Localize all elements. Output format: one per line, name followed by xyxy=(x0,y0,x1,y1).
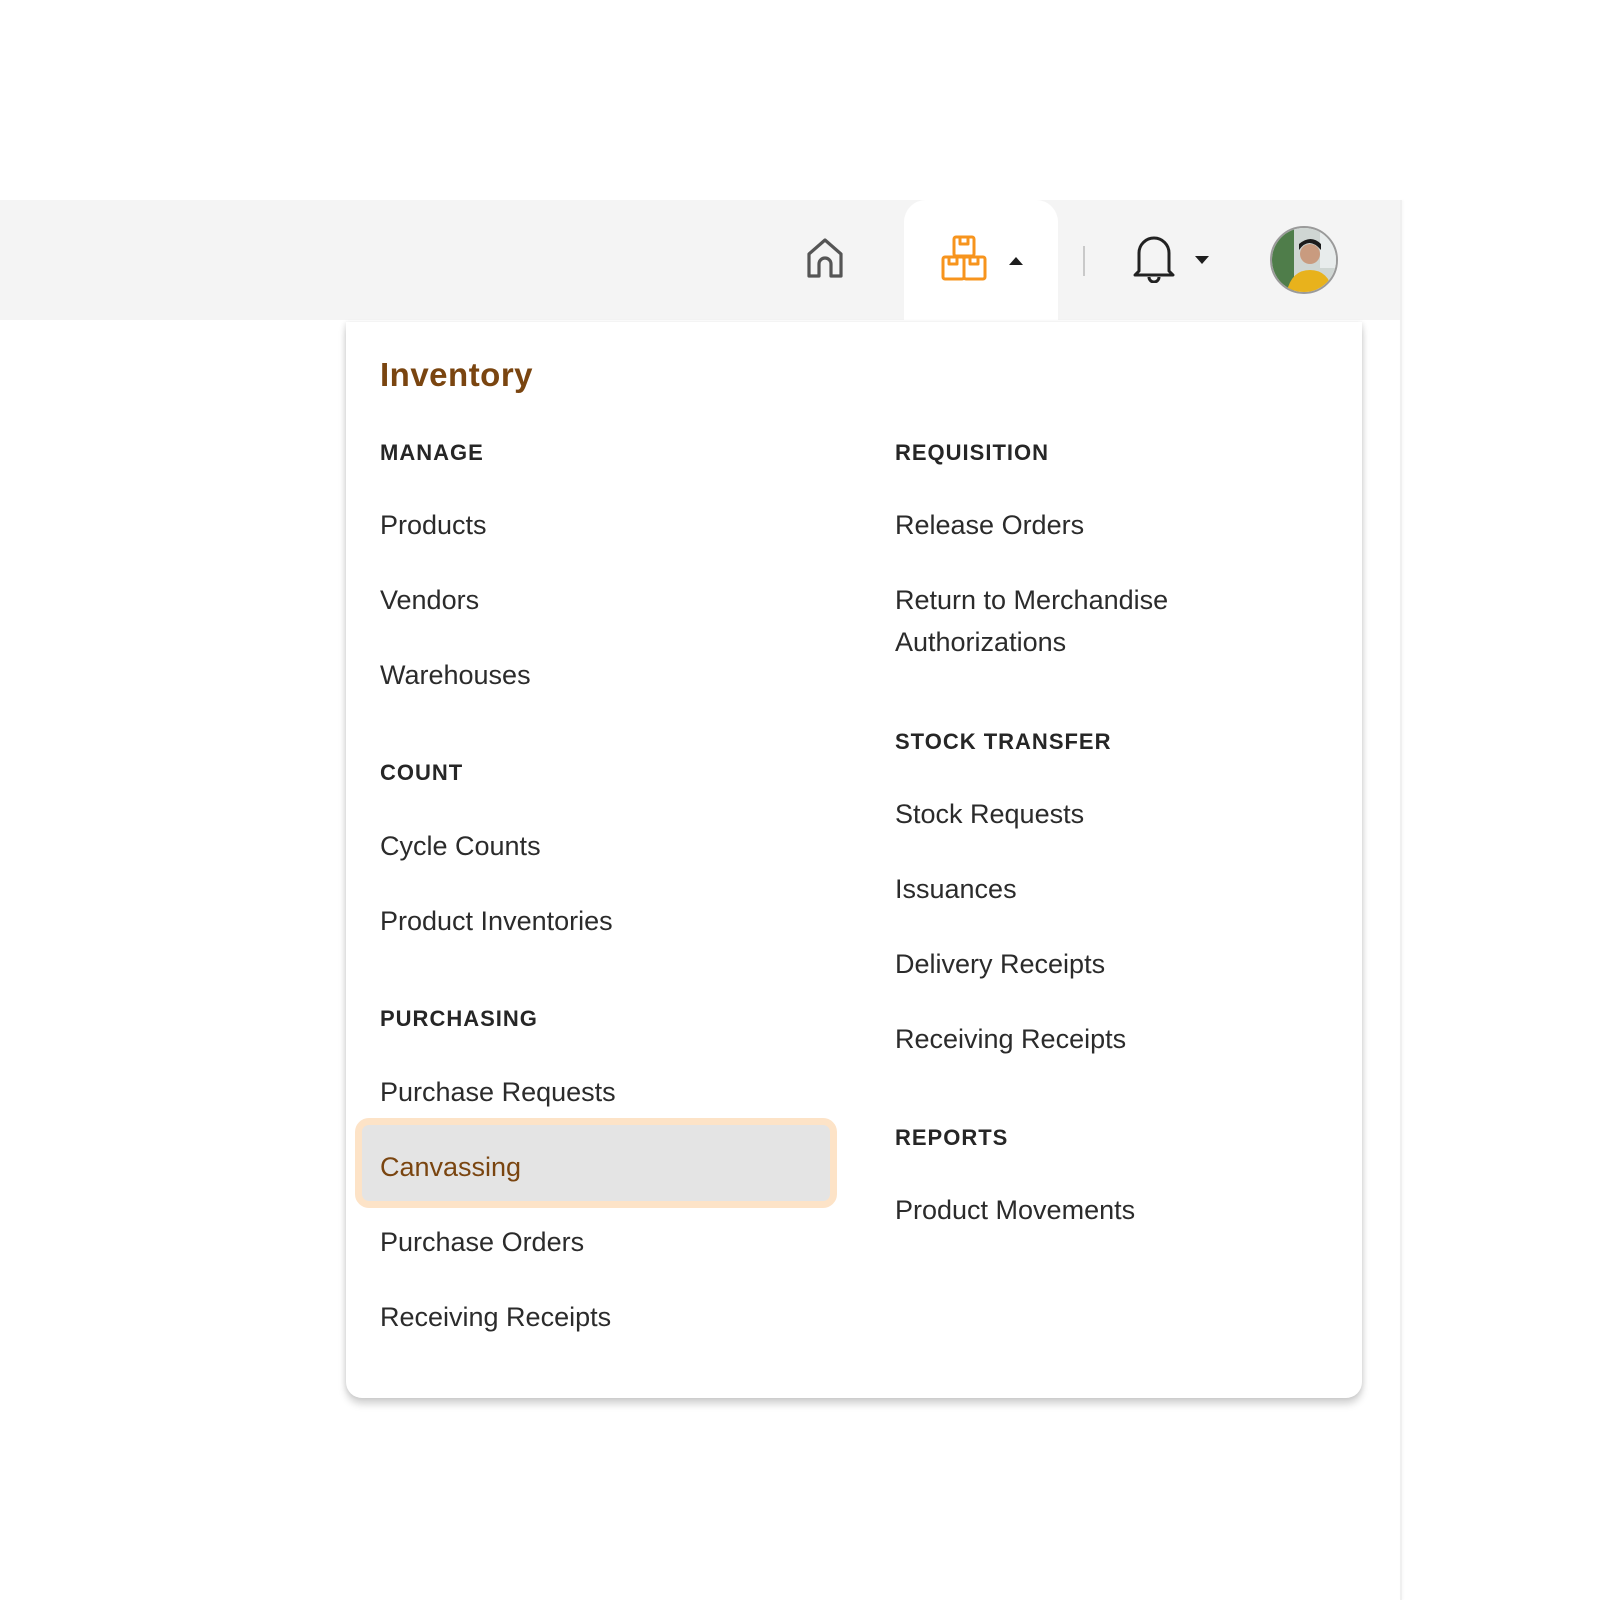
inventory-menu-button[interactable] xyxy=(904,200,1058,322)
menu-title: Inventory xyxy=(380,356,534,393)
page-edge xyxy=(1400,200,1402,1600)
menu-item-release-orders[interactable]: Release Orders xyxy=(895,504,1084,546)
menu-item-cycle-counts[interactable]: Cycle Counts xyxy=(380,825,541,867)
menu-item-delivery-receipts[interactable]: Delivery Receipts xyxy=(895,943,1105,985)
menu-item-stock-receiving-receipts[interactable]: Receiving Receipts xyxy=(895,1018,1126,1060)
section-heading-requisition: REQUISITION xyxy=(895,440,1050,465)
section-heading-count: COUNT xyxy=(380,760,464,785)
menu-item-rma-line1: Return to Merchandise xyxy=(895,585,1169,615)
boxes-icon xyxy=(939,233,991,290)
home-button[interactable] xyxy=(790,200,860,320)
menu-item-canvassing[interactable]: Canvassing xyxy=(380,1146,521,1188)
menu-item-product-movements[interactable]: Product Movements xyxy=(895,1189,1135,1231)
notifications-button[interactable] xyxy=(1120,200,1220,320)
user-avatar[interactable] xyxy=(1270,226,1338,294)
menu-item-rma-line2: Authorizations xyxy=(895,627,1067,657)
menu-item-issuances[interactable]: Issuances xyxy=(895,868,1017,910)
section-heading-reports: REPORTS xyxy=(895,1125,1009,1150)
menu-item-vendors[interactable]: Vendors xyxy=(380,579,479,621)
caret-down-icon xyxy=(1195,256,1209,264)
menu-item-purchasing-receiving-receipts[interactable]: Receiving Receipts xyxy=(380,1296,611,1338)
bell-icon xyxy=(1131,233,1177,288)
nav-divider xyxy=(1083,246,1085,276)
section-heading-stock-transfer: STOCK TRANSFER xyxy=(895,729,1112,754)
menu-item-warehouses[interactable]: Warehouses xyxy=(380,654,531,696)
menu-item-products[interactable]: Products xyxy=(380,504,487,546)
home-icon xyxy=(801,234,849,287)
section-heading-manage: MANAGE xyxy=(380,440,484,465)
menu-item-rma[interactable]: Return to Merchandise Authorizations xyxy=(895,579,1168,663)
menu-item-product-inventories[interactable]: Product Inventories xyxy=(380,900,613,942)
section-heading-purchasing: PURCHASING xyxy=(380,1006,538,1031)
menu-item-stock-requests[interactable]: Stock Requests xyxy=(895,793,1084,835)
caret-up-icon xyxy=(1009,257,1023,265)
menu-item-purchase-orders[interactable]: Purchase Orders xyxy=(380,1221,584,1263)
menu-item-purchase-requests[interactable]: Purchase Requests xyxy=(380,1071,616,1113)
